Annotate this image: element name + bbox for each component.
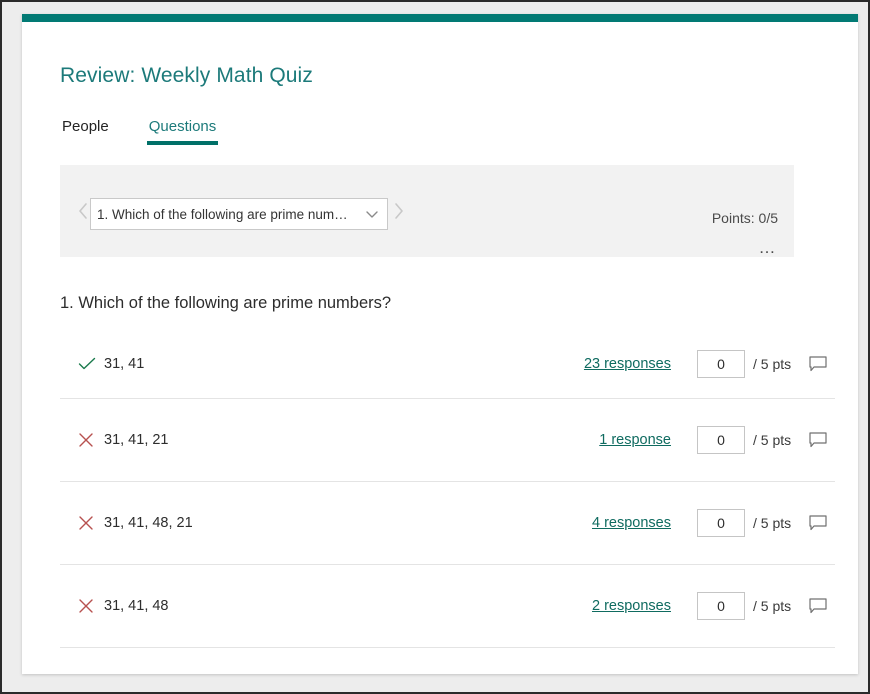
question-selector-panel: 1. Which of the following are prime num… [60,165,794,257]
score-input[interactable] [697,592,745,620]
comment-icon[interactable] [801,515,835,531]
table-row: 31, 41 23 responses / 5 pts [60,330,835,399]
responses-cell: 2 responses [592,597,671,615]
comment-icon[interactable] [801,432,835,448]
accent-bar [22,14,858,22]
responses-cell: 23 responses [584,355,671,373]
score-input[interactable] [697,426,745,454]
question-dropdown[interactable]: 1. Which of the following are prime num… [90,198,388,230]
tab-bar: People Questions [60,118,254,145]
page-title: Review: Weekly Math Quiz [60,64,313,87]
tab-questions-label: Questions [148,118,217,135]
responses-link[interactable]: 4 responses [592,515,671,531]
responses-link[interactable]: 23 responses [584,356,671,372]
table-row: 31, 41, 21 1 response / 5 pts [60,399,835,482]
responses-link[interactable]: 1 response [599,432,671,448]
chevron-right-icon [390,200,408,222]
max-points-label: / 5 pts [753,515,792,531]
quiz-review-card: Review: Weekly Math Quiz People Question… [22,14,858,674]
responses-link[interactable]: 2 responses [592,598,671,614]
close-icon [60,432,104,448]
close-icon [60,598,104,614]
next-question-button[interactable] [390,200,408,222]
table-row: 31, 41, 48 2 responses / 5 pts [60,565,835,648]
chevron-down-icon [357,207,387,221]
checkmark-icon [60,356,104,372]
responses-cell: 4 responses [592,514,671,532]
question-dropdown-value: 1. Which of the following are prime num… [97,206,348,222]
answer-option-text: 31, 41, 48 [104,598,169,614]
card-content: Review: Weekly Math Quiz People Question… [22,22,858,674]
table-row: 31, 41, 48, 21 4 responses / 5 pts [60,482,835,565]
tab-people-label: People [62,118,109,135]
close-icon [60,515,104,531]
tab-people[interactable]: People [60,118,111,145]
max-points-label: / 5 pts [753,432,792,448]
answer-option-text: 31, 41, 21 [104,432,169,448]
comment-icon[interactable] [801,598,835,614]
more-options-button[interactable]: … [759,239,779,256]
max-points-label: / 5 pts [753,356,792,372]
question-heading: 1. Which of the following are prime numb… [60,294,392,312]
responses-cell: 1 response [599,431,671,449]
score-input[interactable] [697,350,745,378]
points-total-label: Points: 0/5 [711,210,778,226]
screenshot-frame: Review: Weekly Math Quiz People Question… [0,0,870,694]
answer-options-list: 31, 41 23 responses / 5 pts [60,330,835,648]
max-points-label: / 5 pts [753,598,792,614]
answer-option-text: 31, 41 [104,356,145,372]
tab-questions[interactable]: Questions [146,118,219,145]
score-input[interactable] [697,509,745,537]
answer-option-text: 31, 41, 48, 21 [104,515,193,531]
comment-icon[interactable] [801,356,835,372]
